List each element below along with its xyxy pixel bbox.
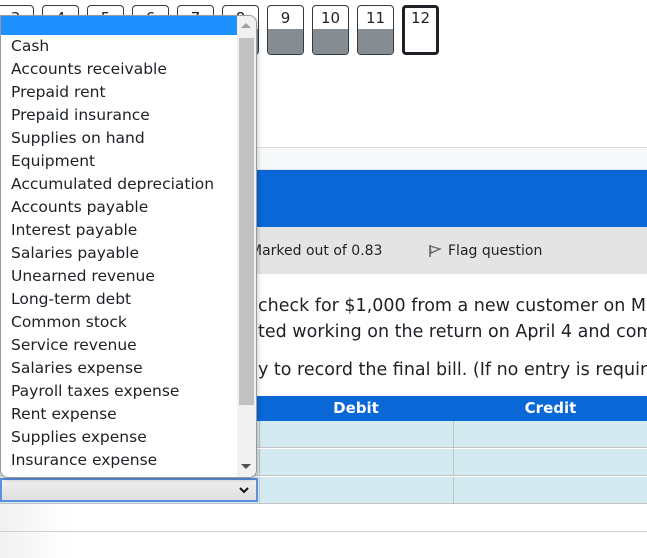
credit-header: Credit <box>524 399 577 417</box>
debit-input[interactable] <box>260 477 454 504</box>
flag-question-label: Flag question <box>448 243 543 259</box>
quiz-nav-number: 11 <box>365 9 386 27</box>
dropdown-option[interactable]: Rent expense <box>1 403 238 426</box>
marked-out-of: Marked out of 0.83 <box>250 243 383 259</box>
dropdown-option[interactable]: Accounts payable <box>1 196 238 219</box>
dropdown-option[interactable]: Payroll taxes expense <box>1 380 238 403</box>
dropdown-option[interactable]: Unearned revenue <box>1 265 238 288</box>
quiz-nav-button[interactable]: 9 <box>267 5 304 55</box>
dropdown-option[interactable]: Interest payable <box>1 219 238 242</box>
scroll-up-arrow-icon[interactable] <box>241 23 251 28</box>
dropdown-option[interactable]: Long-term debt <box>1 288 238 311</box>
scroll-down-arrow-icon[interactable] <box>241 464 251 469</box>
question-text-line: ted working on the return on April 4 and… <box>258 322 647 342</box>
answered-indicator <box>358 29 393 54</box>
quiz-page: 23456789101112 Marked out of 0.83 Flag q… <box>0 0 647 558</box>
credit-input[interactable] <box>454 421 647 448</box>
dropdown-option[interactable]: Salaries expense <box>1 357 238 380</box>
debit-input[interactable] <box>260 421 454 448</box>
quiz-nav-button[interactable]: 12 <box>402 5 439 55</box>
quiz-nav-button[interactable]: 10 <box>312 5 349 55</box>
dropdown-option[interactable]: Supplies expense <box>1 426 238 449</box>
quiz-nav-number: 9 <box>280 9 291 27</box>
debit-input[interactable] <box>260 449 454 476</box>
divider <box>0 531 647 532</box>
answered-indicator <box>268 29 303 54</box>
scrollbar-thumb[interactable] <box>239 38 254 405</box>
quiz-nav-number: 12 <box>410 9 431 27</box>
dropdown-scrollbar[interactable] <box>237 16 256 477</box>
dropdown-option[interactable]: Equipment <box>1 150 238 173</box>
credit-input[interactable] <box>454 449 647 476</box>
dropdown-option[interactable]: Common stock <box>1 311 238 334</box>
answered-indicator <box>313 29 348 54</box>
quiz-nav-number: 10 <box>320 9 341 27</box>
dropdown-option[interactable]: Supplies on hand <box>1 127 238 150</box>
dropdown-option[interactable]: Service revenue <box>1 334 238 357</box>
dropdown-option[interactable]: Insurance expense <box>1 449 238 472</box>
dropdown-option[interactable]: Accounts receivable <box>1 58 238 81</box>
dropdown-option[interactable]: Prepaid insurance <box>1 104 238 127</box>
question-text-line: y to record the final bill. (If no entry… <box>258 360 647 380</box>
dropdown-option[interactable]: Salaries payable <box>1 242 238 265</box>
question-text-line: check for $1,000 from a new customer on … <box>258 296 647 316</box>
flag-question-button[interactable]: Flag question <box>428 243 542 259</box>
flag-icon <box>429 245 442 257</box>
dropdown-option[interactable]: Cash <box>1 35 238 58</box>
credit-input[interactable] <box>454 477 647 504</box>
dropdown-option[interactable]: Prepaid rent <box>1 81 238 104</box>
debit-header: Debit <box>333 399 379 417</box>
quiz-nav-button[interactable]: 11 <box>357 5 394 55</box>
dropdown-option[interactable]: Accumulated depreciation <box>1 173 238 196</box>
account-dropdown-list[interactable]: Cash Accounts receivable Prepaid rent Prepa… <box>0 15 257 478</box>
chevron-down-icon <box>239 487 249 494</box>
account-select[interactable] <box>0 478 258 502</box>
dropdown-option[interactable] <box>1 16 238 35</box>
dropdown-options: Cash Accounts receivable Prepaid rent Prepa… <box>1 16 256 472</box>
